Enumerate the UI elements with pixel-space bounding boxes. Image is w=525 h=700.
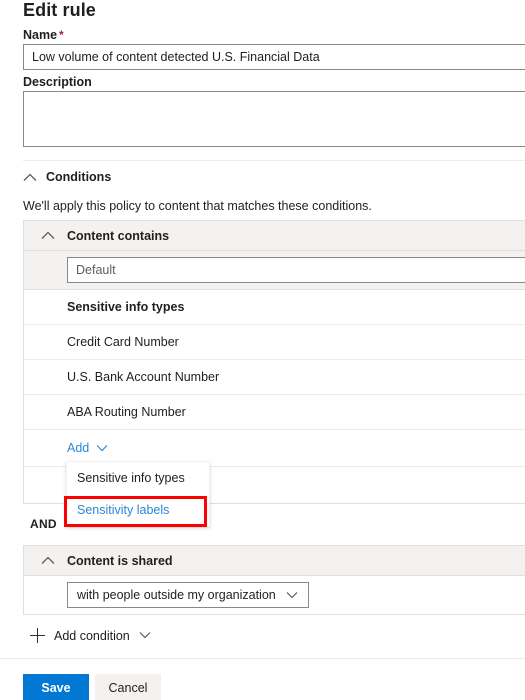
- description-textarea[interactable]: [23, 91, 525, 147]
- add-condition-button[interactable]: Add condition: [30, 628, 153, 643]
- chevron-down-icon: [286, 591, 300, 600]
- chevron-up-icon: [41, 231, 55, 240]
- add-button[interactable]: Add: [67, 441, 110, 455]
- sensitive-info-types-header: Sensitive info types: [24, 290, 525, 325]
- shared-with-selected-value: with people outside my organization: [77, 588, 276, 602]
- condition-card-content-is-shared: Content is shared with people outside my…: [23, 545, 525, 615]
- shared-with-select[interactable]: with people outside my organization: [67, 582, 309, 608]
- list-item[interactable]: ABA Routing Number: [24, 395, 525, 430]
- name-label-text: Name: [23, 28, 58, 42]
- conditions-header-label: Conditions: [46, 170, 112, 184]
- group-name-input[interactable]: [67, 257, 525, 283]
- conditions-subtitle: We'll apply this policy to content that …: [23, 199, 372, 213]
- chevron-down-icon: [139, 631, 153, 640]
- add-button-label: Add: [67, 441, 90, 455]
- content-contains-title: Content contains: [67, 228, 170, 243]
- chevron-up-icon: [23, 173, 37, 182]
- shared-with-row: with people outside my organization: [24, 576, 525, 614]
- group-name-row: [24, 251, 525, 290]
- content-contains-header[interactable]: Content contains: [24, 221, 525, 251]
- page-title: Edit rule: [23, 0, 96, 20]
- chevron-down-icon: [96, 444, 110, 453]
- add-dropdown-menu: Sensitive info types Sensitivity labels: [66, 461, 210, 527]
- list-item[interactable]: Credit Card Number: [24, 325, 525, 360]
- menu-item-sensitivity-labels[interactable]: Sensitivity labels: [67, 494, 209, 526]
- plus-icon: [30, 628, 45, 643]
- edit-rule-panel: Edit rule Name* Description Conditions W…: [0, 0, 525, 700]
- save-button[interactable]: Save: [23, 674, 89, 700]
- chevron-up-icon: [41, 556, 55, 565]
- conditions-section-header[interactable]: Conditions: [23, 170, 111, 184]
- content-is-shared-title: Content is shared: [67, 553, 173, 568]
- content-is-shared-header[interactable]: Content is shared: [24, 546, 525, 576]
- description-label: Description: [23, 75, 92, 89]
- name-label: Name *: [23, 28, 64, 42]
- menu-item-sensitive-info-types[interactable]: Sensitive info types: [67, 462, 209, 494]
- name-input[interactable]: [23, 44, 525, 70]
- operator-and-label: AND: [30, 517, 57, 531]
- required-asterisk: *: [59, 28, 64, 42]
- section-divider: [23, 160, 525, 161]
- add-condition-label: Add condition: [54, 628, 130, 643]
- footer-divider: [0, 658, 525, 659]
- cancel-button[interactable]: Cancel: [95, 674, 161, 700]
- list-item[interactable]: U.S. Bank Account Number: [24, 360, 525, 395]
